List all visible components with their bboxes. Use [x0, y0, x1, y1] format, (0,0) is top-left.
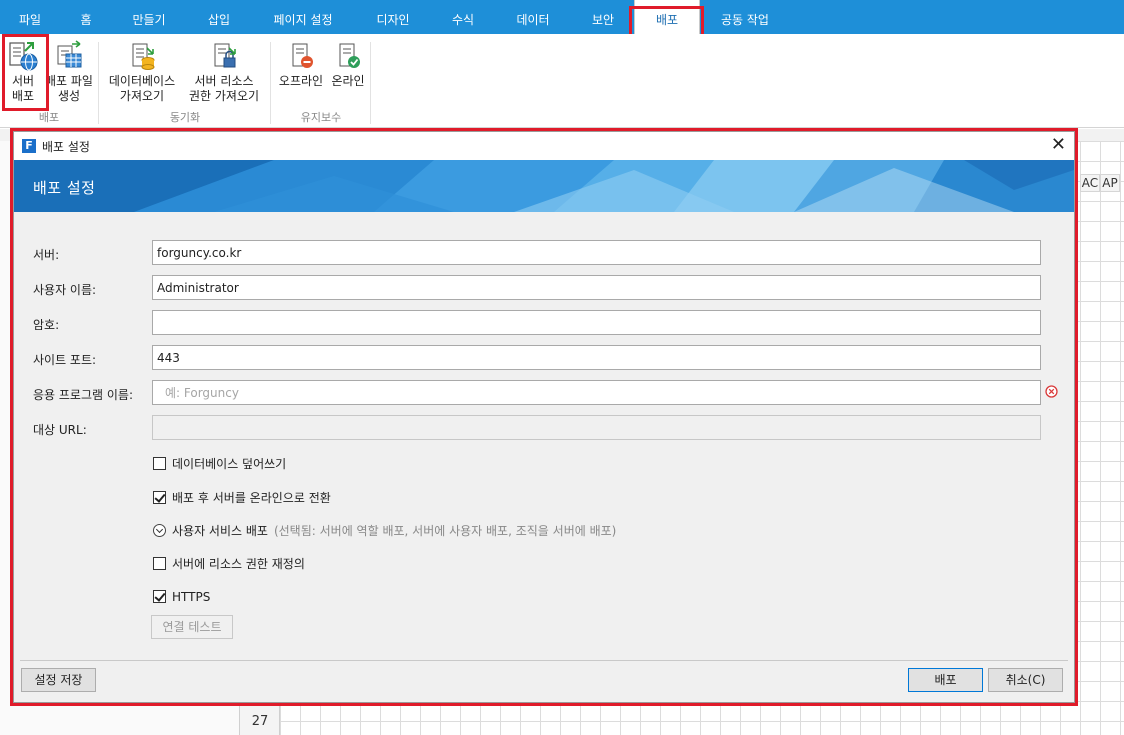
server-online-icon	[339, 43, 360, 68]
import-database-button[interactable]: 데이터베이스 가져오기	[104, 40, 180, 104]
tab-page-setup[interactable]: 페이지 설정	[262, 0, 344, 34]
column-header[interactable]: AC	[1080, 174, 1100, 192]
publish-settings-dialog: F 배포 설정 ✕ 배포 설정 서버: 사용자 이름: 암호: 사이트 포트: …	[13, 131, 1075, 703]
generate-package-label-2: 생성	[57, 89, 81, 103]
online-label: 온라인	[331, 74, 365, 88]
target-url-label: 대상 URL:	[33, 423, 87, 437]
package-file-icon	[57, 40, 82, 68]
username-label: 사용자 이름:	[33, 283, 97, 297]
https-label: HTTPS	[172, 590, 211, 604]
target-url-input	[152, 415, 1041, 440]
password-label: 암호:	[33, 318, 60, 332]
banner-polygon-pattern	[14, 160, 1074, 212]
import-database-label-2: 가져오기	[119, 89, 165, 103]
server-input[interactable]	[152, 240, 1041, 265]
server-publish-icon	[9, 42, 38, 71]
tab-collaboration[interactable]: 공동 작업	[708, 0, 782, 34]
banner-title: 배포 설정	[33, 179, 96, 197]
group-label-maintenance: 유지보수	[300, 111, 342, 124]
publish-server-label-2: 배포	[11, 89, 35, 103]
site-port-label: 사이트 포트:	[33, 353, 97, 367]
import-permissions-label-2: 권한 가져오기	[188, 89, 260, 103]
tab-publish[interactable]: 배포	[634, 0, 700, 35]
redefine-permissions-label: 서버에 리소스 권한 재정의	[172, 557, 305, 571]
publish-server-button[interactable]: 서버 배포	[4, 40, 42, 104]
tab-insert[interactable]: 삽입	[196, 0, 242, 34]
expand-chevron-icon[interactable]	[153, 524, 166, 537]
publish-button[interactable]: 배포	[908, 668, 983, 692]
overwrite-database-checkbox[interactable]	[153, 457, 166, 470]
tab-formula[interactable]: 수식	[440, 0, 486, 34]
tab-home[interactable]: 홈	[70, 0, 102, 34]
redefine-permissions-option[interactable]: 서버에 리소스 권한 재정의	[153, 555, 305, 572]
import-permissions-label-1: 서버 리소스	[194, 74, 254, 88]
close-icon[interactable]: ✕	[1051, 136, 1066, 154]
row-number[interactable]: 27	[244, 714, 276, 729]
server-label: 서버:	[33, 248, 60, 262]
dialog-banner: 배포 설정	[14, 160, 1074, 212]
user-service-hint: (선택됨: 서버에 역할 배포, 서버에 사용자 배포, 조직을 서버에 배포)	[273, 524, 617, 538]
tab-file[interactable]: 파일	[8, 0, 52, 34]
ribbon-separator	[98, 42, 99, 124]
overwrite-database-label: 데이터베이스 덮어쓰기	[172, 457, 287, 471]
ribbon-panel: 서버 배포 배포 파일 생성 배포 데이터베이스 가져오기 서버 리소스 권한 …	[0, 34, 1124, 128]
group-label-sync: 동기화	[169, 111, 201, 124]
import-database-label-1: 데이터베이스	[108, 74, 176, 88]
dialog-window-title: 배포 설정	[42, 140, 90, 154]
app-name-label: 응용 프로그램 이름:	[33, 388, 133, 402]
https-checkbox[interactable]	[153, 590, 166, 603]
dialog-title-bar[interactable]: F 배포 설정 ✕	[14, 132, 1074, 160]
username-input[interactable]	[152, 275, 1041, 300]
save-settings-button[interactable]: 설정 저장	[21, 668, 96, 692]
user-service-publish-option[interactable]: 사용자 서비스 배포 (선택됨: 서버에 역할 배포, 서버에 사용자 배포, 조…	[153, 522, 616, 539]
tab-design[interactable]: 디자인	[364, 0, 422, 34]
user-service-publish-label: 사용자 서비스 배포	[172, 524, 268, 538]
https-option[interactable]: HTTPS	[153, 590, 210, 604]
generate-package-button[interactable]: 배포 파일 생성	[42, 40, 96, 104]
ribbon-separator	[270, 42, 271, 124]
forguncy-logo-icon: F	[22, 139, 36, 153]
test-connection-button[interactable]: 연결 테스트	[151, 615, 233, 639]
offline-button[interactable]: 오프라인	[276, 40, 326, 89]
overwrite-database-option[interactable]: 데이터베이스 덮어쓰기	[153, 455, 286, 472]
lock-import-icon	[214, 43, 236, 68]
footer-divider	[20, 660, 1068, 661]
tab-data[interactable]: 데이터	[504, 0, 562, 34]
column-header[interactable]: AP	[1100, 174, 1120, 192]
online-after-publish-label: 배포 후 서버를 온라인으로 전환	[172, 491, 331, 505]
tab-create[interactable]: 만들기	[118, 0, 180, 34]
database-import-icon	[132, 43, 155, 70]
ribbon-tab-bar: 파일 홈 만들기 삽입 페이지 설정 디자인 수식 데이터 보안 배포 공동 작…	[0, 0, 1124, 35]
password-input[interactable]	[152, 310, 1041, 335]
tab-security[interactable]: 보안	[580, 0, 626, 34]
online-button[interactable]: 온라인	[328, 40, 368, 89]
redefine-permissions-checkbox[interactable]	[153, 557, 166, 570]
app-name-input[interactable]	[152, 380, 1041, 405]
site-port-input[interactable]	[152, 345, 1041, 370]
ribbon-separator	[370, 42, 371, 124]
import-permissions-button[interactable]: 서버 리소스 권한 가져오기	[184, 40, 264, 104]
group-label-publish: 배포	[38, 111, 60, 124]
online-after-publish-option[interactable]: 배포 후 서버를 온라인으로 전환	[153, 489, 331, 506]
generate-package-label-1: 배포 파일	[45, 74, 93, 88]
error-icon	[1045, 385, 1058, 398]
offline-label: 오프라인	[278, 74, 324, 88]
cancel-button[interactable]: 취소(C)	[988, 668, 1063, 692]
server-offline-icon	[292, 43, 313, 68]
online-after-publish-checkbox[interactable]	[153, 491, 166, 504]
publish-server-label-1: 서버	[11, 74, 35, 88]
